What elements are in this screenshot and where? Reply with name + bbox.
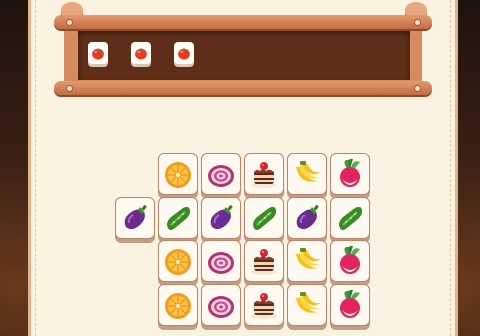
cake-icon xyxy=(247,288,281,322)
tray-slot-tile xyxy=(174,42,194,64)
cucumber-icon xyxy=(247,201,281,235)
cake-icon xyxy=(247,157,281,191)
onion-icon xyxy=(204,288,238,322)
onion-icon xyxy=(204,157,238,191)
cucumber-icon xyxy=(333,201,367,235)
tomato-icon xyxy=(90,45,106,61)
game-tile[interactable] xyxy=(287,197,327,239)
game-tile[interactable] xyxy=(158,284,198,326)
onion-icon xyxy=(204,244,238,278)
game-tile[interactable] xyxy=(201,153,241,195)
screw-icon xyxy=(66,85,73,92)
game-tile[interactable] xyxy=(115,197,155,239)
game-tile[interactable] xyxy=(244,240,284,282)
screw-icon xyxy=(414,19,421,26)
radish-icon xyxy=(333,157,367,191)
game-tile[interactable] xyxy=(287,240,327,282)
background-left xyxy=(0,0,30,336)
game-tile[interactable] xyxy=(287,284,327,326)
collection-tray xyxy=(78,30,410,80)
game-tile[interactable] xyxy=(244,197,284,239)
game-tile[interactable] xyxy=(244,153,284,195)
game-tile[interactable] xyxy=(330,197,370,239)
game-tile[interactable] xyxy=(158,197,198,239)
tomato-icon xyxy=(176,45,192,61)
tray-slot-tile xyxy=(131,42,151,64)
orange-icon xyxy=(161,157,195,191)
cucumber-icon xyxy=(161,201,195,235)
eggplant-icon xyxy=(204,201,238,235)
orange-icon xyxy=(161,288,195,322)
banana-icon xyxy=(290,244,324,278)
game-tile[interactable] xyxy=(330,153,370,195)
game-tile[interactable] xyxy=(244,284,284,326)
cake-icon xyxy=(247,244,281,278)
radish-icon xyxy=(333,244,367,278)
screw-icon xyxy=(414,85,421,92)
game-tile[interactable] xyxy=(201,197,241,239)
tray-slot-tile xyxy=(88,42,108,64)
banana-icon xyxy=(290,157,324,191)
game-tile[interactable] xyxy=(330,284,370,326)
game-tile[interactable] xyxy=(287,153,327,195)
tray-rail-bottom xyxy=(54,81,432,95)
game-tile[interactable] xyxy=(158,240,198,282)
radish-icon xyxy=(333,288,367,322)
banana-icon xyxy=(290,288,324,322)
eggplant-icon xyxy=(290,201,324,235)
game-tile[interactable] xyxy=(330,240,370,282)
game-tile[interactable] xyxy=(158,153,198,195)
screw-icon xyxy=(66,19,73,26)
tomato-icon xyxy=(133,45,149,61)
orange-icon xyxy=(161,244,195,278)
tray-rail-top xyxy=(54,15,432,29)
game-tile[interactable] xyxy=(201,240,241,282)
game-tile[interactable] xyxy=(201,284,241,326)
eggplant-icon xyxy=(118,201,152,235)
